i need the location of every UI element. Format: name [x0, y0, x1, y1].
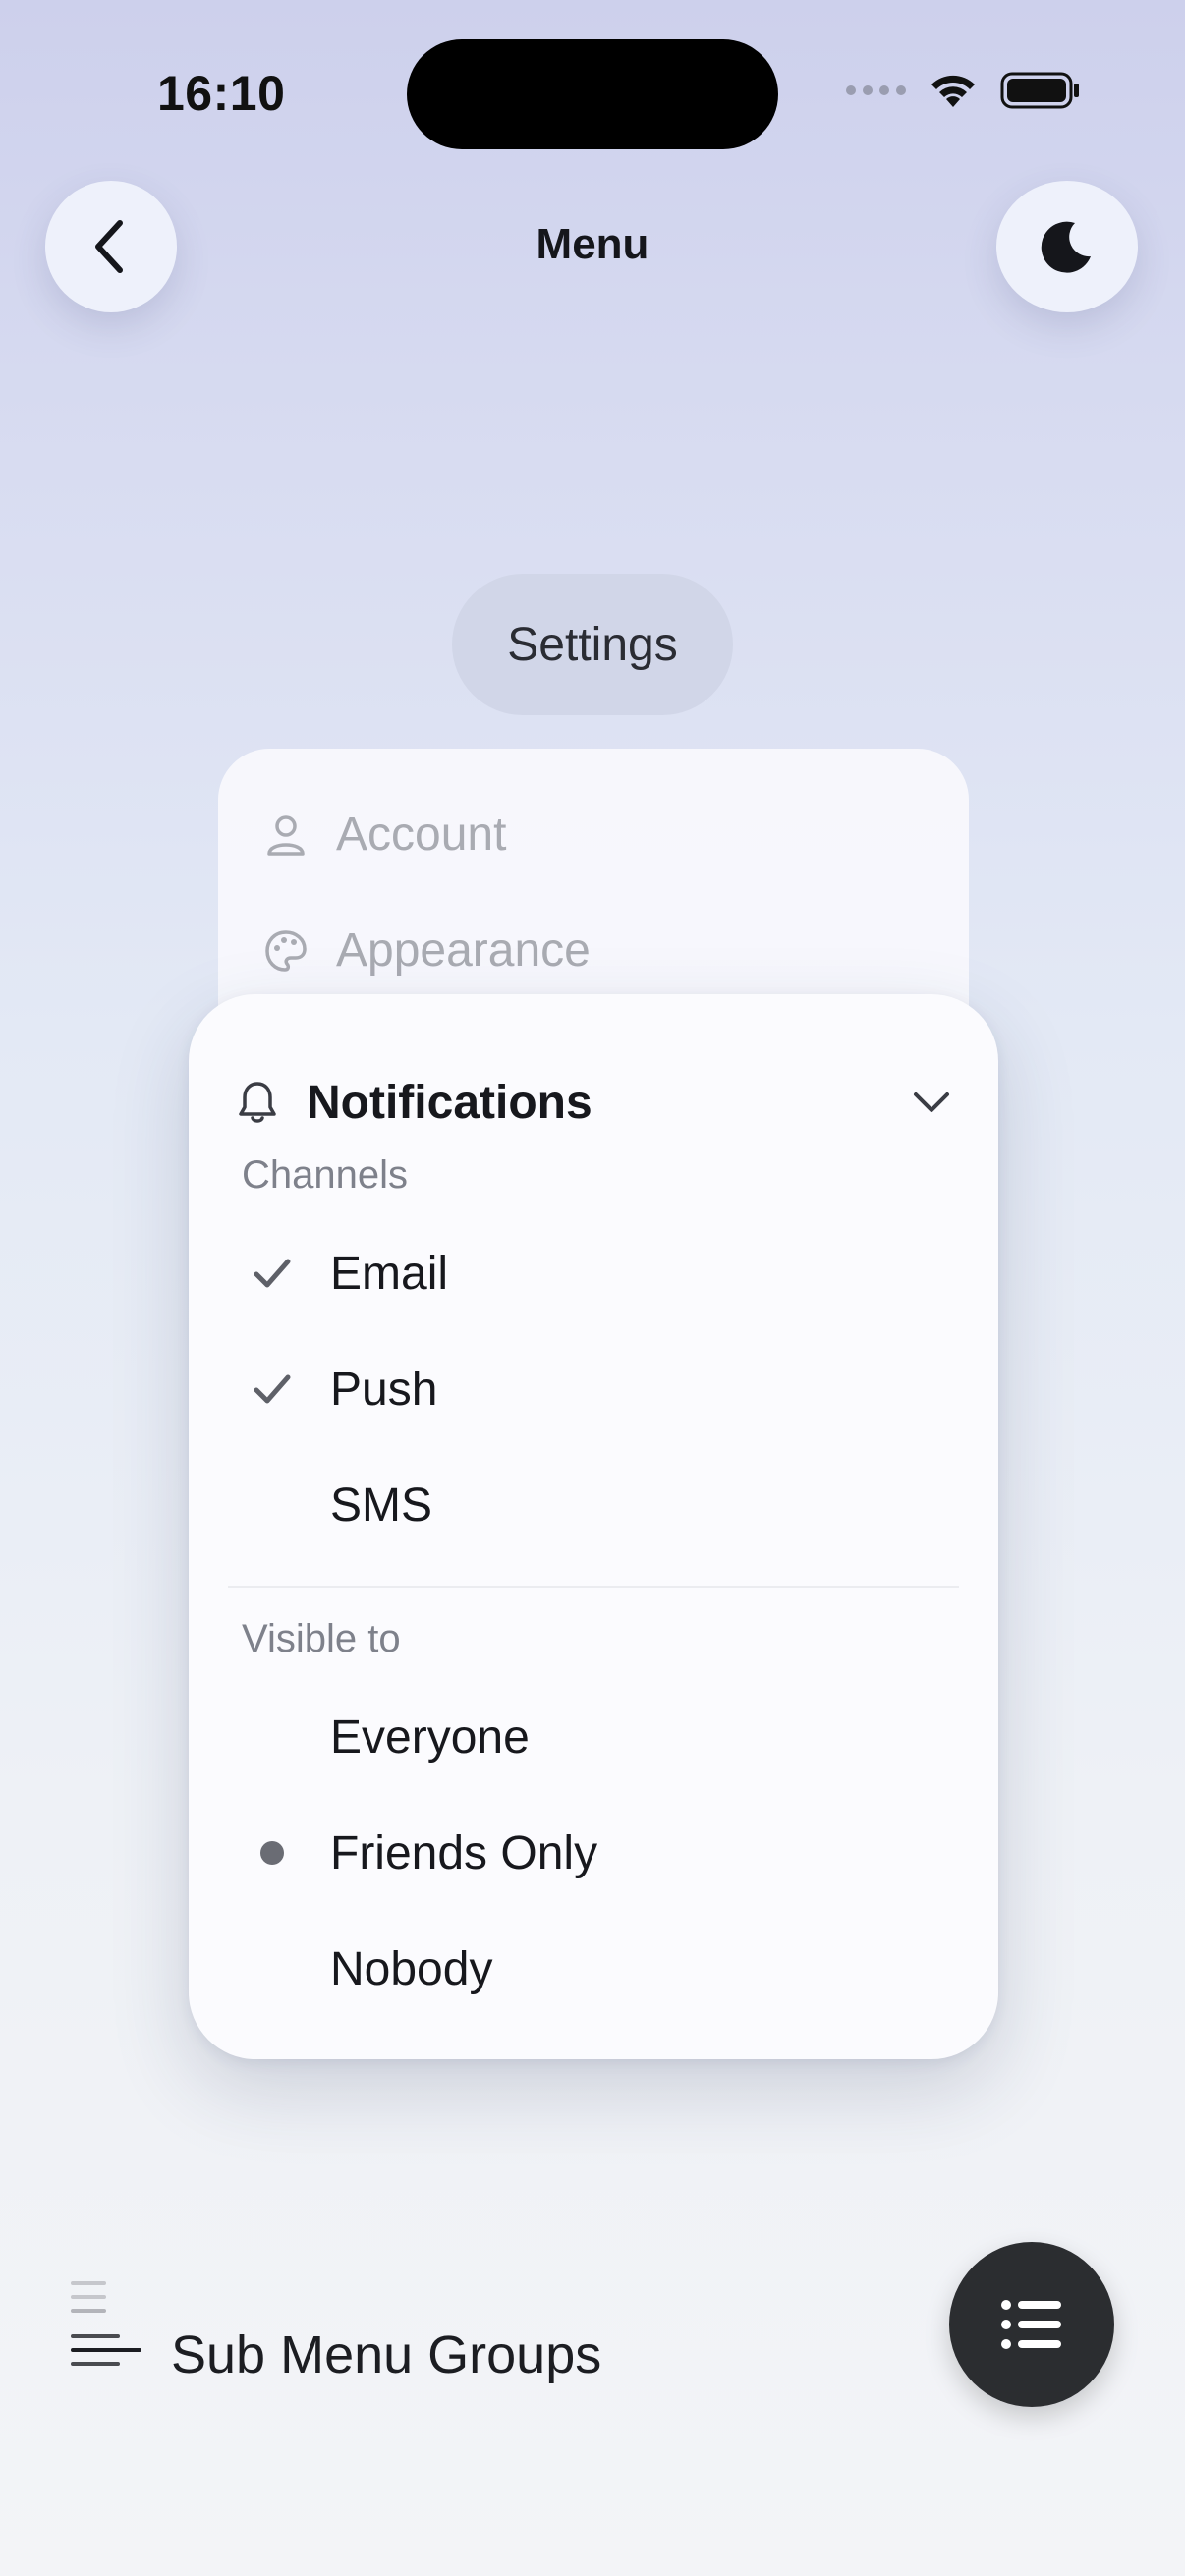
chevron-down-icon: [914, 1092, 949, 1112]
cellular-signal-icon: [846, 85, 906, 95]
checkmark-icon: [254, 1374, 291, 1404]
option-label: Friends Only: [330, 1826, 598, 1879]
settings-menu-trigger[interactable]: Settings: [452, 574, 733, 715]
option-email[interactable]: Email: [228, 1224, 959, 1322]
radio-selected-dot-icon: [260, 1841, 284, 1865]
bell-icon: [239, 1082, 276, 1123]
status-icons: [846, 71, 1081, 110]
option-friends-only[interactable]: Friends Only: [228, 1804, 959, 1902]
person-icon: [267, 814, 305, 856]
list-icon: [1001, 2300, 1061, 2349]
menu-item-appearance[interactable]: Appearance: [263, 924, 591, 978]
option-everyone[interactable]: Everyone: [228, 1688, 959, 1786]
group-label-channels: Channels: [242, 1153, 409, 1197]
option-label: Push: [330, 1363, 438, 1416]
settings-label: Settings: [507, 618, 678, 671]
menu-list-button[interactable]: [949, 2242, 1114, 2407]
footer-title: Sub Menu Groups: [171, 2325, 602, 2384]
submenu-header-notifications[interactable]: Notifications: [236, 1063, 951, 1142]
dark-mode-toggle-button[interactable]: [996, 181, 1138, 312]
moon-icon: [1041, 221, 1091, 273]
battery-icon: [1000, 72, 1079, 109]
group-divider: [228, 1586, 959, 1588]
option-label: SMS: [330, 1479, 433, 1532]
checkmark-icon: [254, 1259, 291, 1288]
option-label: Everyone: [330, 1710, 530, 1764]
option-label: Email: [330, 1247, 449, 1300]
submenu-title: Notifications: [307, 1076, 592, 1129]
option-nobody[interactable]: Nobody: [228, 1920, 959, 2018]
option-label: Nobody: [330, 1942, 493, 1995]
menu-item-account[interactable]: Account: [263, 808, 506, 862]
sub-menu-groups-icon: [71, 2281, 141, 2366]
menu-item-label: Appearance: [336, 924, 591, 977]
option-sms[interactable]: SMS: [228, 1456, 959, 1554]
status-time: 16:10: [157, 66, 286, 121]
option-push[interactable]: Push: [228, 1340, 959, 1438]
palette-icon: [265, 929, 307, 972]
dynamic-island: [407, 39, 778, 149]
wifi-icon: [931, 75, 975, 107]
notifications-submenu: Notifications Channels Email Push SMS Vi…: [189, 994, 998, 2059]
group-label-visible-to: Visible to: [242, 1617, 401, 1660]
home-indicator: [397, 2548, 788, 2560]
menu-item-label: Account: [336, 809, 507, 861]
